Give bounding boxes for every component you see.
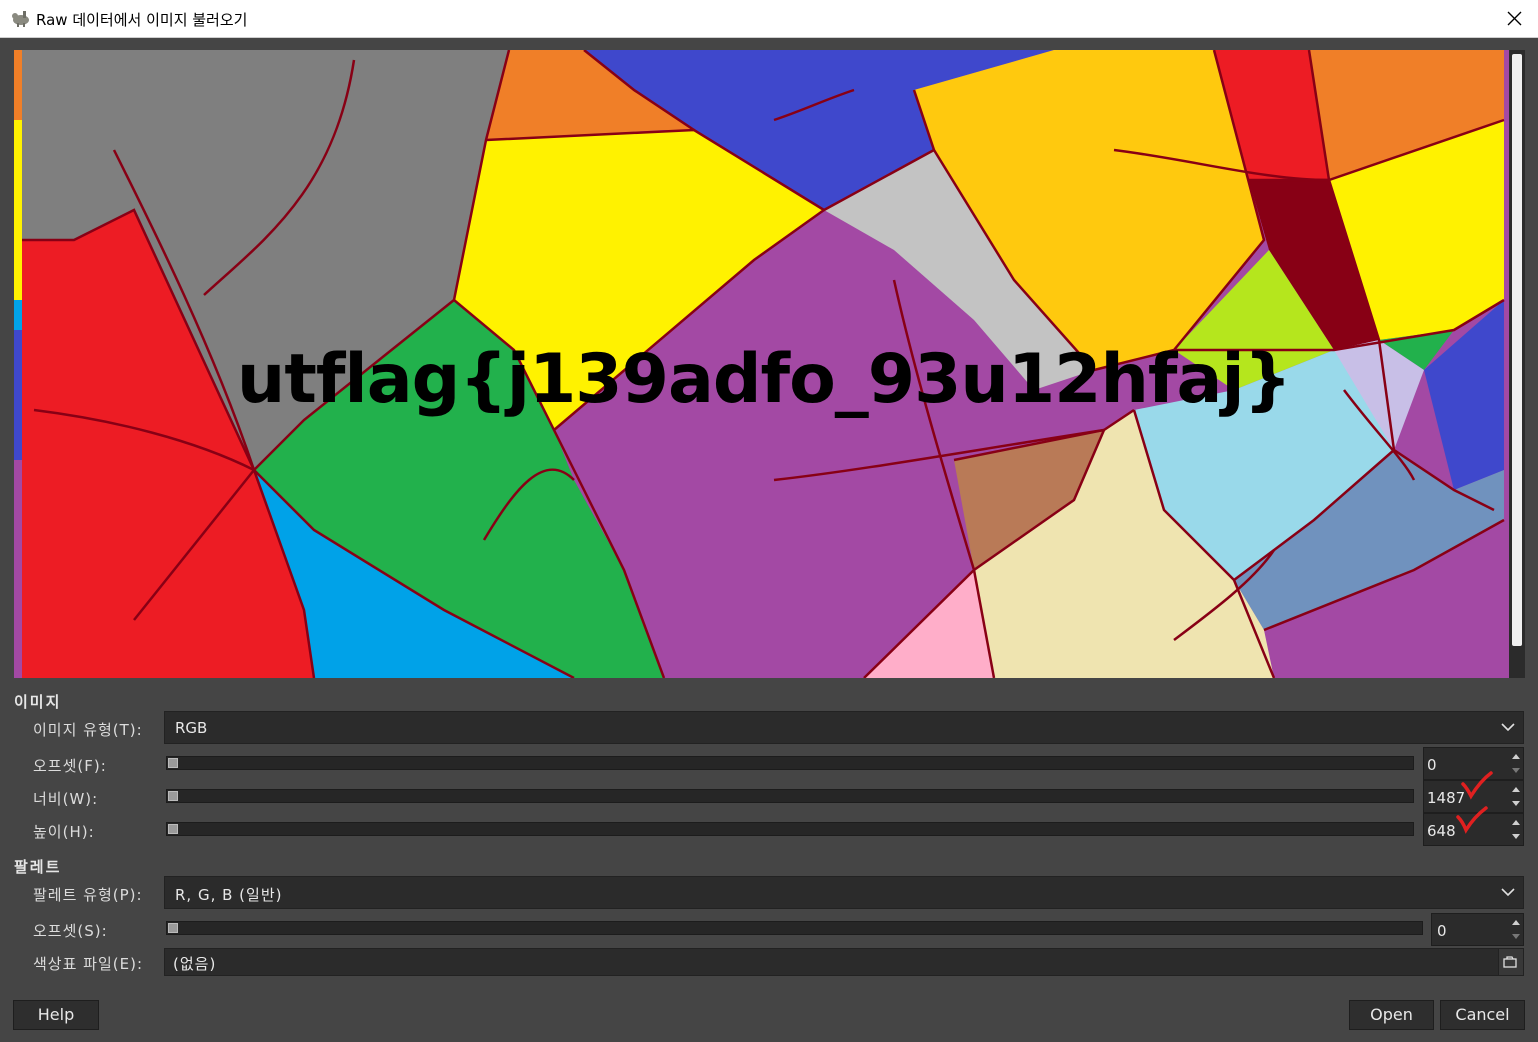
decrement-arrow-icon[interactable]	[1512, 799, 1520, 807]
annotation-checkmark-icon	[1456, 806, 1488, 834]
palette-type-dropdown[interactable]: R, G, B (일반)	[164, 876, 1524, 909]
increment-arrow-icon[interactable]	[1512, 819, 1520, 827]
increment-arrow-icon[interactable]	[1512, 753, 1520, 761]
open-file-button[interactable]	[1498, 949, 1523, 975]
scrollbar-thumb[interactable]	[1512, 54, 1522, 646]
flag-overlay-text: utflag{j139adfo_93u12hfaj}	[236, 340, 1292, 419]
width-label: 너비(W):	[33, 790, 99, 808]
width-slider-handle[interactable]	[168, 791, 178, 801]
decrement-arrow-icon[interactable]	[1512, 832, 1520, 840]
chevron-down-icon	[1501, 888, 1515, 897]
offset-slider-handle[interactable]	[168, 758, 178, 768]
offset-label: 오프셋(F):	[33, 757, 107, 775]
image-type-dropdown[interactable]: RGB	[164, 711, 1524, 744]
decrement-arrow-icon[interactable]	[1512, 766, 1520, 774]
width-slider[interactable]	[166, 789, 1414, 803]
cancel-button[interactable]: Cancel	[1440, 1000, 1525, 1030]
offset-slider[interactable]	[166, 756, 1414, 770]
increment-arrow-icon[interactable]	[1512, 919, 1520, 927]
height-value: 648	[1427, 822, 1456, 840]
colormap-file-chooser[interactable]: (없음)	[164, 948, 1524, 976]
palette-offset-slider-handle[interactable]	[168, 923, 178, 933]
image-preview: utflag{j139adfo_93u12hfaj}	[14, 50, 1525, 678]
offset-value: 0	[1427, 756, 1437, 774]
folder-open-icon	[1503, 956, 1517, 968]
palette-type-value: R, G, B (일반)	[175, 886, 283, 904]
help-button[interactable]: Help	[13, 1000, 99, 1030]
height-label: 높이(H):	[33, 823, 95, 841]
palette-offset-value: 0	[1437, 922, 1447, 940]
image-type-label: 이미지 유형(T):	[33, 721, 143, 739]
decrement-arrow-icon[interactable]	[1512, 932, 1520, 940]
palette-section-label: 팔레트	[14, 858, 62, 876]
chevron-down-icon	[1501, 723, 1515, 732]
palette-offset-slider[interactable]	[166, 921, 1423, 935]
palette-offset-spinbox[interactable]: 0	[1431, 913, 1524, 946]
preview-scrollbar[interactable]	[1509, 50, 1525, 678]
open-button[interactable]: Open	[1349, 1000, 1434, 1030]
height-slider[interactable]	[166, 822, 1414, 836]
palette-type-label: 팔레트 유형(P):	[33, 886, 143, 904]
increment-arrow-icon[interactable]	[1512, 786, 1520, 794]
close-window-button[interactable]	[1492, 0, 1538, 37]
colormap-file-label: 색상표 파일(E):	[33, 955, 144, 973]
image-section-label: 이미지	[14, 693, 62, 711]
title-bar: Raw 데이터에서 이미지 불러오기	[0, 0, 1538, 38]
height-slider-handle[interactable]	[168, 824, 178, 834]
image-type-value: RGB	[175, 719, 208, 737]
palette-offset-label: 오프셋(S):	[33, 922, 108, 940]
window-title: Raw 데이터에서 이미지 불러오기	[36, 11, 248, 29]
colormap-file-value: (없음)	[173, 955, 217, 973]
gimp-app-icon	[9, 9, 31, 27]
annotation-checkmark-icon	[1461, 771, 1493, 800]
close-icon	[1507, 11, 1522, 26]
